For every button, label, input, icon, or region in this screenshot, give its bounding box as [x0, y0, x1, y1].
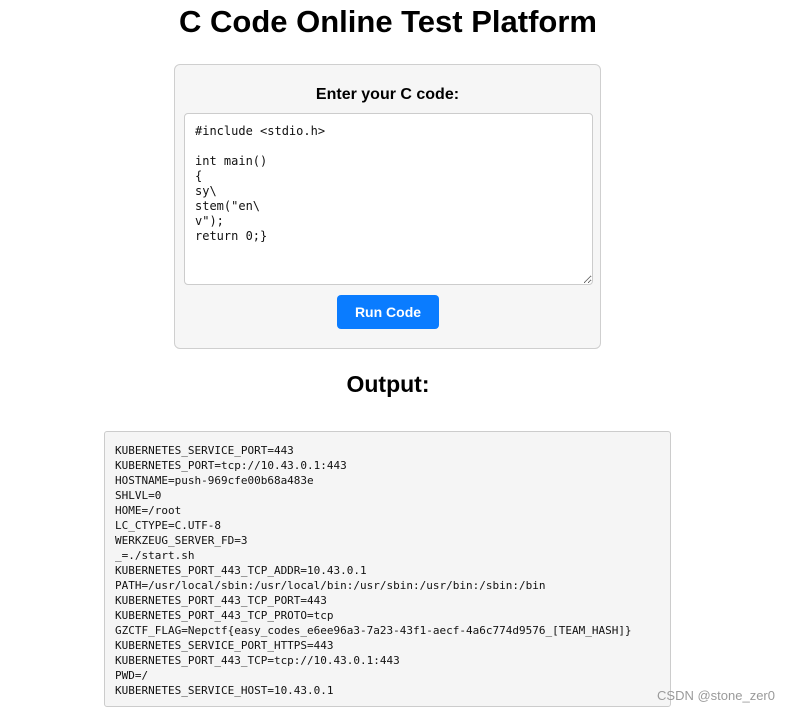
- code-form: Enter your C code: #include <stdio.h> in…: [174, 64, 601, 349]
- page-title: C Code Online Test Platform: [179, 4, 597, 39]
- code-textarea[interactable]: #include <stdio.h> int main() { sy\ stem…: [184, 113, 593, 285]
- code-input-label: Enter your C code:: [315, 86, 460, 103]
- output-heading: Output:: [346, 371, 430, 397]
- output-panel: KUBERNETES_SERVICE_PORT=443 KUBERNETES_P…: [104, 431, 671, 707]
- run-code-button[interactable]: Run Code: [337, 295, 439, 329]
- watermark: CSDN @stone_zer0: [657, 688, 775, 703]
